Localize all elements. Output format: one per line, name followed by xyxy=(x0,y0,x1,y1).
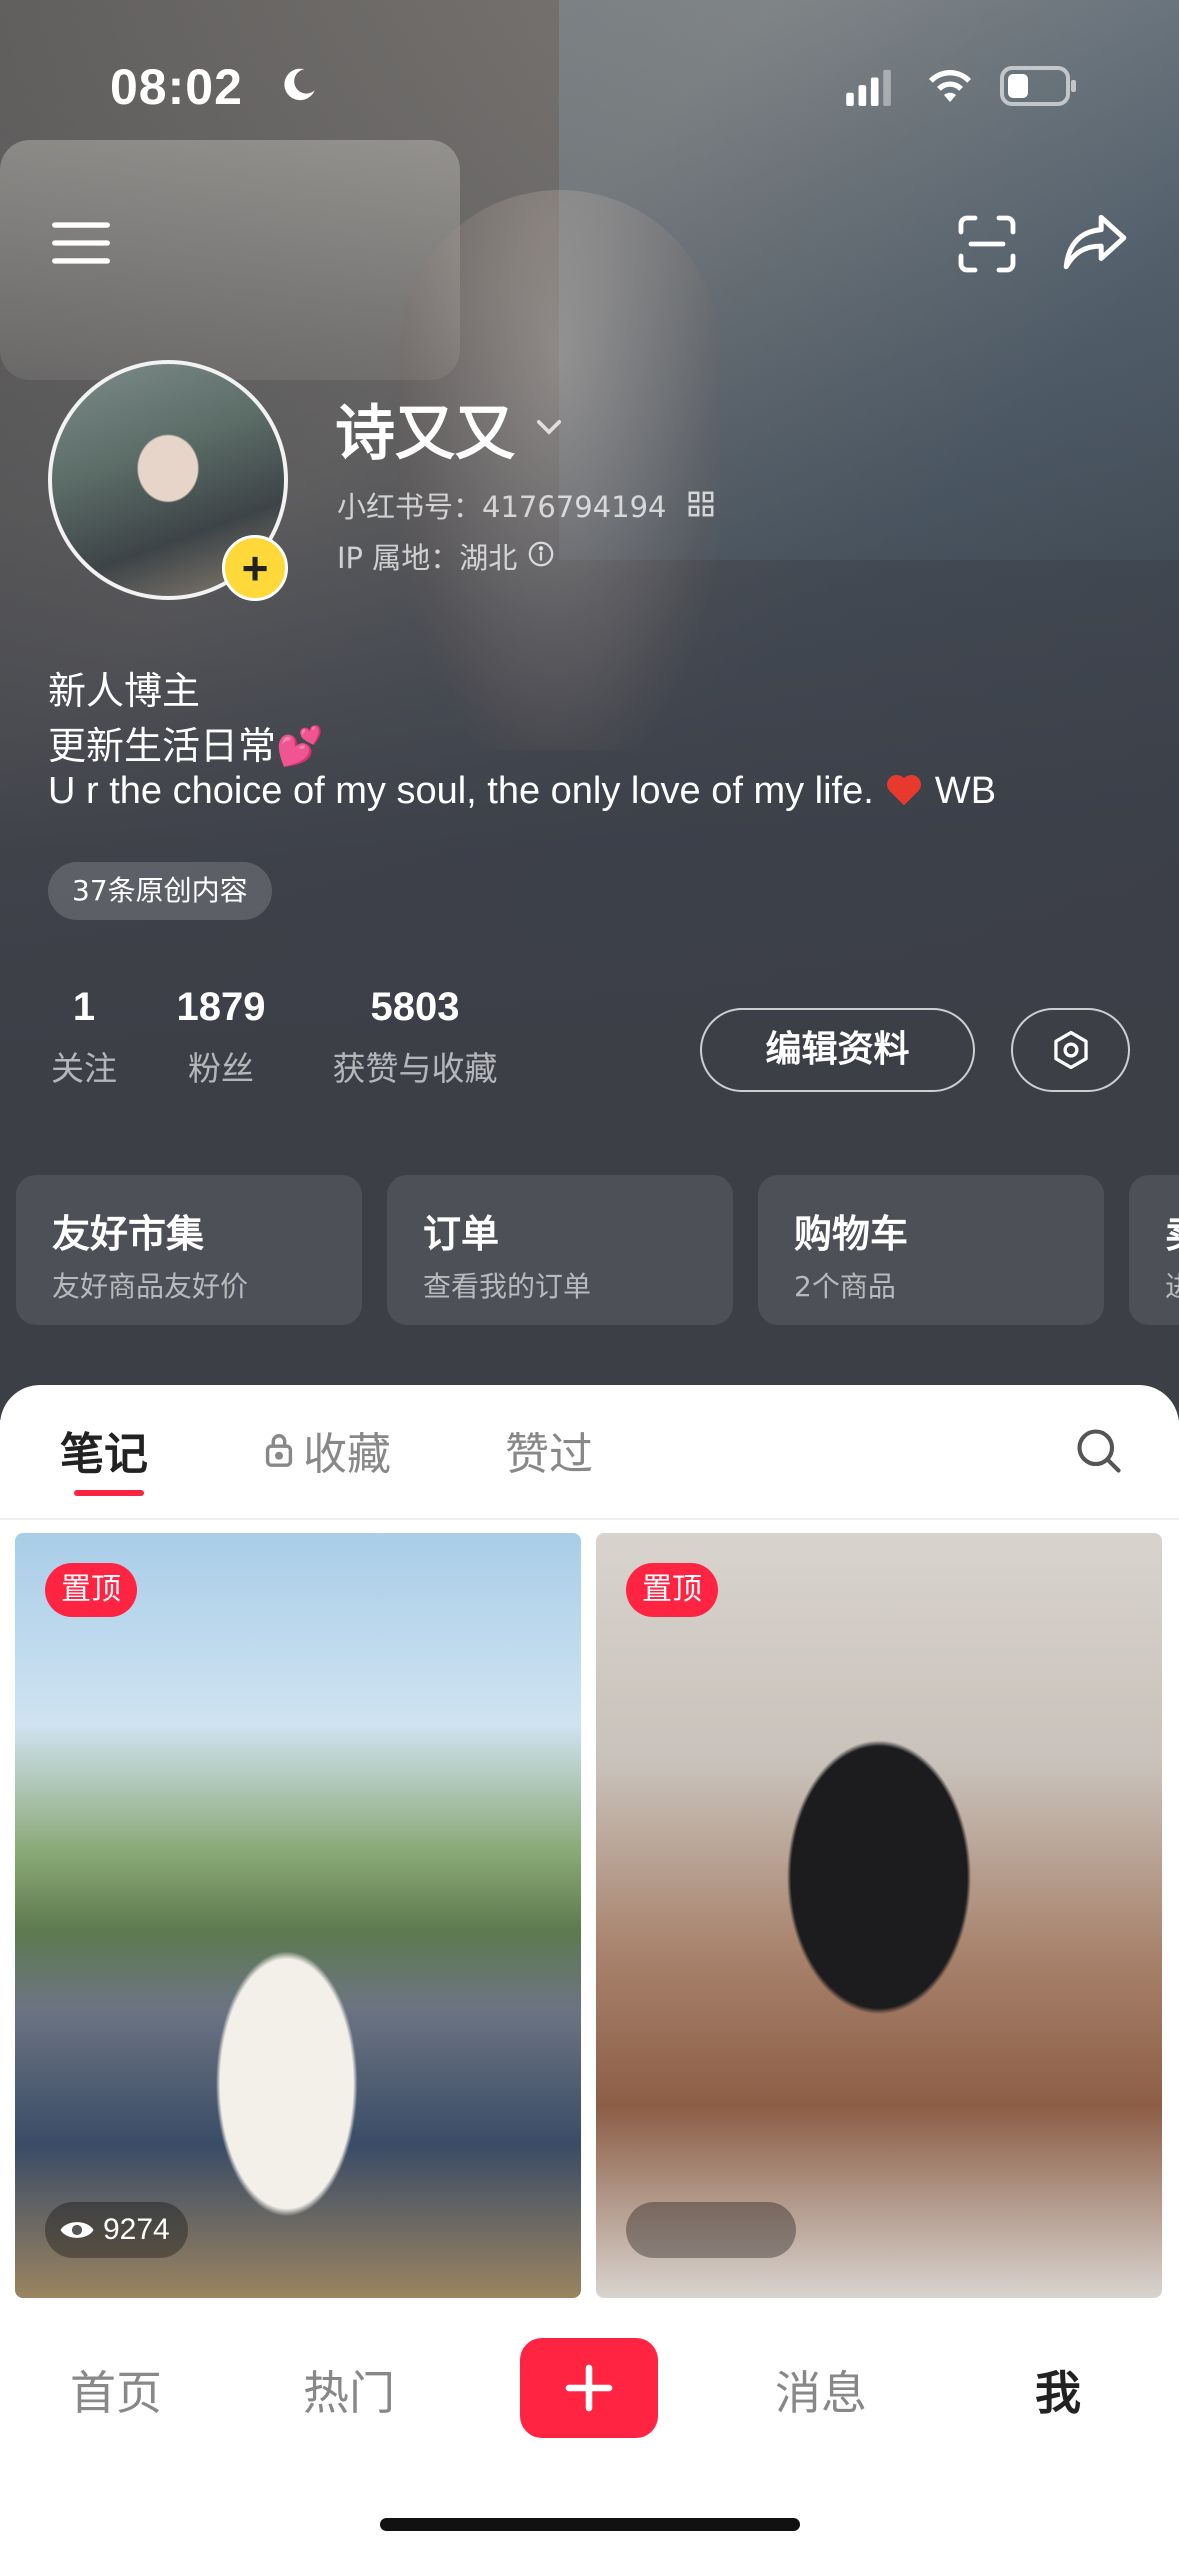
info-icon[interactable] xyxy=(527,540,555,568)
status-time: 08:02 xyxy=(110,59,243,115)
views-badge xyxy=(626,2202,796,2258)
tab-favorites[interactable]: 收藏 xyxy=(263,1418,391,1482)
qr-code-icon[interactable] xyxy=(687,490,715,518)
stat-following[interactable]: 1 关注 xyxy=(44,985,124,1090)
menu-icon[interactable] xyxy=(50,218,112,268)
stat-fans-value: 1879 xyxy=(176,985,266,1029)
nav-messages[interactable]: 消息 xyxy=(775,2357,867,2423)
card-market-title: 友好市集 xyxy=(52,1212,205,1256)
bio-line-3-suffix: WB xyxy=(934,770,997,812)
card-market-subtitle: 友好商品友好价 xyxy=(52,1270,249,1303)
signal-icon xyxy=(846,69,891,106)
note-card[interactable]: 置顶 9274 xyxy=(15,1533,581,2298)
tab-favorites-label: 收藏 xyxy=(303,1429,391,1480)
original-content-badge[interactable]: 37条原创内容 xyxy=(48,862,272,920)
tab-notes[interactable]: 笔记 xyxy=(60,1418,148,1482)
card-cart-title: 购物车 xyxy=(794,1212,909,1256)
stat-following-label: 关注 xyxy=(51,1049,117,1088)
ip-location: IP 属地：湖北 xyxy=(337,541,518,575)
gear-icon xyxy=(1053,1030,1088,1070)
stat-likes-value: 5803 xyxy=(370,985,460,1029)
card-sell[interactable]: 卖 进 xyxy=(1129,1175,1179,1325)
settings-button[interactable] xyxy=(1011,1008,1130,1092)
nav-home[interactable]: 首页 xyxy=(70,2357,162,2423)
share-icon[interactable] xyxy=(1060,210,1130,274)
tab-divider xyxy=(0,1518,1179,1520)
eye-icon xyxy=(60,2222,94,2238)
tab-liked[interactable]: 赞过 xyxy=(505,1418,593,1482)
home-indicator xyxy=(380,2518,800,2531)
card-orders-subtitle: 查看我的订单 xyxy=(423,1270,592,1303)
pinned-badge: 置顶 xyxy=(626,1563,718,1617)
plus-icon xyxy=(565,2364,613,2412)
nav-me[interactable]: 我 xyxy=(1035,2357,1081,2423)
card-cart-subtitle: 2个商品 xyxy=(794,1270,896,1303)
card-market[interactable]: 友好市集 友好商品友好价 xyxy=(16,1175,362,1325)
stat-likes[interactable]: 5803 获赞与收藏 xyxy=(320,985,510,1090)
scan-icon[interactable] xyxy=(955,212,1019,276)
edit-profile-button[interactable]: 编辑资料 xyxy=(700,1008,975,1092)
tab-active-indicator xyxy=(74,1490,144,1496)
chevron-down-icon[interactable] xyxy=(532,410,566,444)
bio-line-3-text: U r the choice of my soul, the only love… xyxy=(48,770,874,812)
card-sell-title: 卖 xyxy=(1165,1203,1179,1258)
stat-fans[interactable]: 1879 粉丝 xyxy=(170,985,272,1090)
views-count: 9274 xyxy=(103,2213,170,2246)
wifi-icon xyxy=(929,70,971,102)
username: 诗又又 xyxy=(335,399,515,469)
status-bar: 08:02 xyxy=(0,0,1179,170)
card-orders[interactable]: 订单 查看我的订单 xyxy=(387,1175,733,1325)
search-icon[interactable] xyxy=(1073,1425,1125,1477)
moon-icon xyxy=(284,68,315,101)
card-orders-title: 订单 xyxy=(423,1212,500,1256)
lock-icon xyxy=(265,1434,293,1467)
bio-line-2: 更新生活日常💕 xyxy=(48,724,324,768)
stat-likes-label: 获赞与收藏 xyxy=(332,1049,498,1088)
pinned-badge: 置顶 xyxy=(45,1563,137,1617)
bio-line-3: U r the choice of my soul, the only love… xyxy=(48,770,996,813)
views-badge: 9274 xyxy=(45,2202,188,2258)
bio-line-1: 新人博主 xyxy=(48,669,201,713)
heart-icon xyxy=(887,774,922,806)
nav-hot[interactable]: 热门 xyxy=(303,2357,395,2423)
stat-following-value: 1 xyxy=(72,985,96,1029)
stat-fans-label: 粉丝 xyxy=(188,1049,254,1088)
note-card[interactable]: 置顶 xyxy=(596,1533,1162,2298)
red-id: 小红书号：4176794194 xyxy=(337,490,667,524)
avatar-add-button[interactable]: + xyxy=(222,535,288,601)
card-cart[interactable]: 购物车 2个商品 xyxy=(758,1175,1104,1325)
card-sell-subtitle: 进 xyxy=(1165,1265,1179,1305)
nav-add-button[interactable] xyxy=(520,2338,658,2438)
profile-screen: 08:02 + 诗又又 小红书号：4176794194 IP 属地：湖北 新人博… xyxy=(0,0,1179,2556)
battery-icon xyxy=(1000,66,1076,106)
